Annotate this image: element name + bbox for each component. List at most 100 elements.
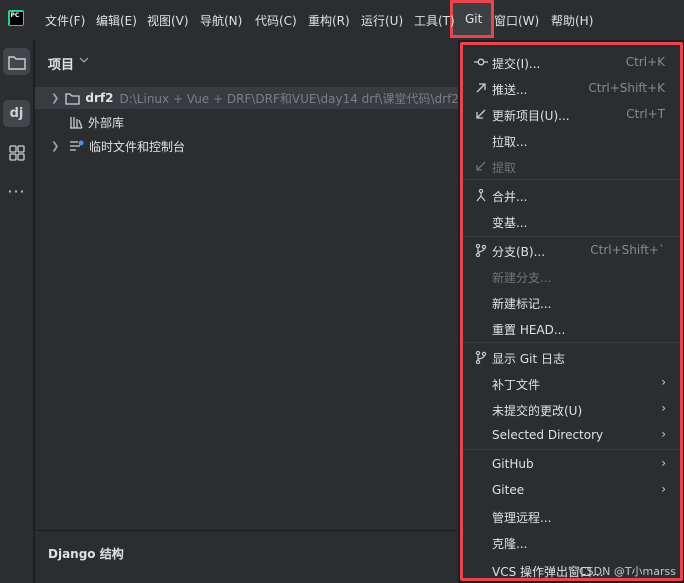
django-icon: dj xyxy=(9,106,24,121)
git-menu-dropdown: 提交(I)... Ctrl+K 推送... Ctrl+Shift+K 更新项目(… xyxy=(460,42,683,581)
git-reset-head-item[interactable]: 重置 HEAD... xyxy=(463,315,680,341)
menu-label: 新建分支... xyxy=(492,271,552,285)
git-commit-item[interactable]: 提交(I)... Ctrl+K xyxy=(463,49,680,75)
tree-item-name: 临时文件和控制台 xyxy=(89,139,186,154)
menu-edit[interactable]: 编辑(E) xyxy=(96,12,137,29)
chevron-right-icon[interactable]: ❯ xyxy=(51,141,63,152)
project-panel-title[interactable]: 项目 xyxy=(48,54,74,73)
git-push-item[interactable]: 推送... Ctrl+Shift+K xyxy=(463,75,680,101)
menu-label: 分支(B)... xyxy=(492,245,546,259)
git-gitee-item[interactable]: Gitee › xyxy=(463,477,680,503)
structure-icon xyxy=(8,144,25,161)
menu-separator xyxy=(463,449,680,450)
scratches-icon xyxy=(69,140,84,153)
menu-label: 克隆... xyxy=(492,537,528,551)
chevron-right-icon: › xyxy=(661,427,666,441)
chevron-right-icon[interactable]: ❯ xyxy=(51,93,59,104)
watermark-text: CSDN @T小marss xyxy=(578,565,676,578)
git-new-tag-item[interactable]: 新建标记... xyxy=(463,289,680,315)
menu-help[interactable]: 帮助(H) xyxy=(551,12,593,29)
menu-label: Gitee xyxy=(492,483,525,497)
menu-label: 管理远程... xyxy=(492,511,552,525)
tree-item-name: 外部库 xyxy=(88,115,125,130)
menu-label: 未提交的更改(U) xyxy=(492,404,583,418)
menu-code[interactable]: 代码(C) xyxy=(255,12,297,29)
git-pull-item[interactable]: 拉取... xyxy=(463,127,680,153)
git-show-log-item[interactable]: 显示 Git 日志 xyxy=(463,344,680,370)
update-icon xyxy=(474,107,488,121)
push-icon xyxy=(474,81,488,95)
shortcut-label: Ctrl+K xyxy=(625,55,665,69)
chevron-right-icon: › xyxy=(661,482,666,496)
menu-separator xyxy=(463,179,680,180)
folder-icon xyxy=(7,55,26,70)
shortcut-label: Ctrl+Shift+` xyxy=(590,243,665,257)
menu-navigate[interactable]: 导航(N) xyxy=(200,12,242,29)
chevron-right-icon: › xyxy=(661,375,666,389)
more-tools-button[interactable]: ··· xyxy=(3,178,30,205)
menu-label: 合并... xyxy=(492,190,528,204)
menu-label: 推送... xyxy=(492,83,528,97)
menu-view[interactable]: 视图(V) xyxy=(147,12,189,29)
logo-text: PC xyxy=(9,11,23,25)
menu-separator xyxy=(463,342,680,343)
branch-icon xyxy=(474,243,488,257)
folder-icon xyxy=(65,92,81,105)
project-panel: 项目 ❯ drf2 D:\Linux + Vue + DRF\DRF和VUE\d… xyxy=(35,40,459,530)
chevron-down-icon[interactable] xyxy=(79,56,89,64)
git-manage-remotes-item[interactable]: 管理远程... xyxy=(463,503,680,529)
menu-refactor[interactable]: 重构(R) xyxy=(308,12,350,29)
git-rebase-item[interactable]: 变基... xyxy=(463,208,680,234)
menu-git[interactable]: Git xyxy=(465,12,482,26)
git-selected-directory-item[interactable]: Selected Directory › xyxy=(463,422,680,448)
menu-label: 拉取... xyxy=(492,135,528,149)
menu-label: 重置 HEAD... xyxy=(492,323,566,337)
tree-row-drf2[interactable]: ❯ drf2 D:\Linux + Vue + DRF\DRF和VUE\day1… xyxy=(35,87,459,109)
structure-tool-button[interactable] xyxy=(3,139,30,166)
tree-item-name: drf2 xyxy=(85,91,114,105)
menu-label: 提取 xyxy=(492,161,517,175)
menu-label: 提交(I)... xyxy=(492,57,541,71)
git-update-item[interactable]: 更新项目(U)... Ctrl+T xyxy=(463,101,680,127)
commit-icon xyxy=(474,55,488,69)
menu-label: 显示 Git 日志 xyxy=(492,352,565,366)
git-github-item[interactable]: GitHub › xyxy=(463,451,680,477)
menu-label: 补丁文件 xyxy=(492,378,541,392)
menu-label: GitHub xyxy=(492,457,534,471)
django-structure-title[interactable]: Django 结构 xyxy=(48,545,124,562)
git-merge-item[interactable]: 合并... xyxy=(463,182,680,208)
chevron-right-icon: › xyxy=(661,456,666,470)
fetch-icon xyxy=(474,159,488,173)
tree-row-scratches[interactable]: ❯ 临时文件和控制台 xyxy=(35,135,458,157)
project-tool-button[interactable] xyxy=(3,48,30,75)
git-uncommitted-item[interactable]: 未提交的更改(U) › xyxy=(463,396,680,422)
more-icon: ··· xyxy=(7,182,26,201)
git-clone-item[interactable]: 克隆... xyxy=(463,529,680,555)
menu-label: 更新项目(U)... xyxy=(492,109,570,123)
menu-tools[interactable]: 工具(T) xyxy=(414,12,455,29)
chevron-right-icon: › xyxy=(661,401,666,415)
menu-file[interactable]: 文件(F) xyxy=(45,12,85,29)
git-patch-item[interactable]: 补丁文件 › xyxy=(463,370,680,396)
tool-window-strip: dj ··· xyxy=(0,40,34,583)
git-new-branch-item: 新建分支... xyxy=(463,263,680,289)
shortcut-label: Ctrl+Shift+K xyxy=(588,81,665,95)
git-vcs-popup-item[interactable]: VCS 操作弹出窗口... CSDN @T小marss xyxy=(463,557,680,578)
git-fetch-item: 提取 xyxy=(463,153,680,179)
pycharm-logo-icon: PC xyxy=(8,10,24,26)
main-menu-bar: PC 文件(F) 编辑(E) 视图(V) 导航(N) 代码(C) 重构(R) 运… xyxy=(0,0,684,40)
tree-item-path: D:\Linux + Vue + DRF\DRF和VUE\day14 drf\课… xyxy=(119,91,459,106)
library-icon xyxy=(69,116,83,129)
tree-row-external-libraries[interactable]: 外部库 xyxy=(35,111,458,133)
menu-label: 变基... xyxy=(492,216,528,230)
git-log-icon xyxy=(474,350,488,364)
shortcut-label: Ctrl+T xyxy=(626,107,665,121)
menu-label: 新建标记... xyxy=(492,297,552,311)
merge-icon xyxy=(474,188,488,202)
django-structure-panel: Django 结构 xyxy=(35,530,458,583)
git-branches-item[interactable]: 分支(B)... Ctrl+Shift+` xyxy=(463,237,680,263)
django-tool-button[interactable]: dj xyxy=(3,100,30,127)
menu-run[interactable]: 运行(U) xyxy=(361,12,403,29)
menu-label: Selected Directory xyxy=(492,428,604,442)
menu-window[interactable]: 窗口(W) xyxy=(494,12,539,29)
